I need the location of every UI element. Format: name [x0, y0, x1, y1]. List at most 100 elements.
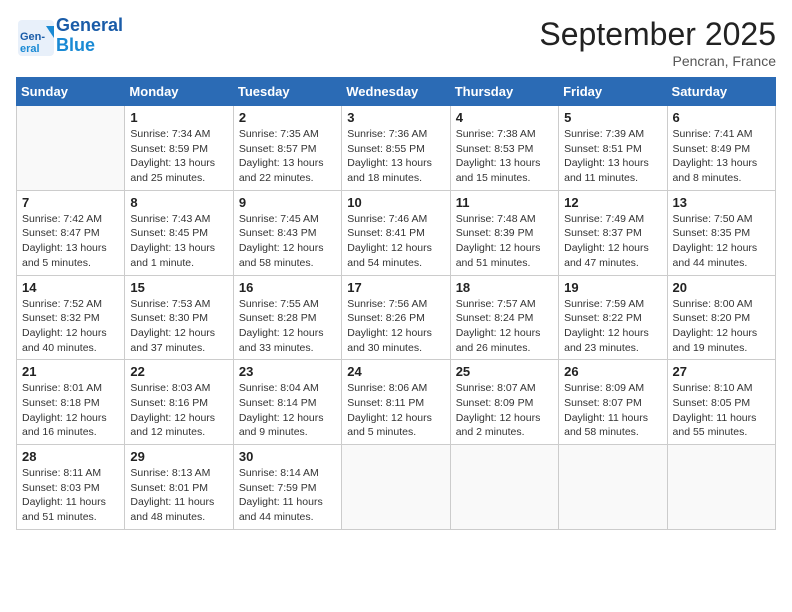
day-info: Sunrise: 7:42 AMSunset: 8:47 PMDaylight:… — [22, 212, 119, 271]
day-number: 12 — [564, 195, 661, 210]
day-info-line: Sunrise: 7:52 AM — [22, 298, 102, 310]
day-info-line: Sunrise: 8:04 AM — [239, 382, 319, 394]
day-info-line: Daylight: 13 hours and 22 minutes. — [239, 157, 324, 184]
logo-icon: Gen- eral — [16, 18, 52, 54]
day-info-line: Daylight: 13 hours and 11 minutes. — [564, 157, 649, 184]
logo: Gen- eral General Blue — [16, 16, 123, 56]
day-info-line: Sunrise: 7:42 AM — [22, 213, 102, 225]
day-info-line: Sunrise: 8:11 AM — [22, 467, 101, 479]
day-info-line: Sunset: 8:53 PM — [456, 143, 534, 155]
calendar-cell — [17, 106, 125, 191]
day-info: Sunrise: 7:36 AMSunset: 8:55 PMDaylight:… — [347, 127, 444, 186]
calendar-cell: 20Sunrise: 8:00 AMSunset: 8:20 PMDayligh… — [667, 275, 775, 360]
day-info-line: Sunset: 8:01 PM — [130, 482, 208, 494]
day-info-line: Daylight: 13 hours and 8 minutes. — [673, 157, 758, 184]
day-info-line: Sunset: 8:28 PM — [239, 312, 317, 324]
day-info-line: Sunset: 8:14 PM — [239, 397, 317, 409]
location: Pencran, France — [539, 53, 776, 69]
day-info-line: Sunrise: 7:59 AM — [564, 298, 644, 310]
day-info-line: Daylight: 11 hours and 51 minutes. — [22, 496, 106, 523]
day-info: Sunrise: 7:39 AMSunset: 8:51 PMDaylight:… — [564, 127, 661, 186]
calendar-table: SundayMondayTuesdayWednesdayThursdayFrid… — [16, 77, 776, 530]
calendar-cell: 18Sunrise: 7:57 AMSunset: 8:24 PMDayligh… — [450, 275, 558, 360]
logo-blue: Blue — [56, 35, 95, 55]
calendar-cell: 25Sunrise: 8:07 AMSunset: 8:09 PMDayligh… — [450, 360, 558, 445]
calendar-week-row: 14Sunrise: 7:52 AMSunset: 8:32 PMDayligh… — [17, 275, 776, 360]
day-number: 6 — [673, 110, 770, 125]
day-number: 29 — [130, 449, 227, 464]
day-info-line: Daylight: 11 hours and 48 minutes. — [130, 496, 214, 523]
calendar-cell: 15Sunrise: 7:53 AMSunset: 8:30 PMDayligh… — [125, 275, 233, 360]
day-info-line: Sunrise: 8:06 AM — [347, 382, 427, 394]
day-info-line: Sunset: 8:11 PM — [347, 397, 424, 409]
calendar-cell: 4Sunrise: 7:38 AMSunset: 8:53 PMDaylight… — [450, 106, 558, 191]
day-info-line: Sunset: 8:22 PM — [564, 312, 642, 324]
day-info-line: Sunrise: 7:39 AM — [564, 128, 644, 140]
calendar-cell: 2 Sunrise: 7:35 AMSunset: 8:57 PMDaylight… — [233, 106, 341, 191]
day-number: 14 — [22, 280, 119, 295]
day-info-line: Sunrise: 8:10 AM — [673, 382, 753, 394]
calendar-week-row: 21 Sunrise: 8:01 AMSunset: 8:18 PMDayligh… — [17, 360, 776, 445]
day-info: Sunrise: 7:59 AMSunset: 8:22 PMDaylight:… — [564, 297, 661, 356]
calendar-cell: 12Sunrise: 7:49 AMSunset: 8:37 PMDayligh… — [559, 190, 667, 275]
day-info-line: Sunrise: 7:57 AM — [456, 298, 536, 310]
calendar-cell: 22Sunrise: 8:03 AMSunset: 8:16 PMDayligh… — [125, 360, 233, 445]
day-info-line: Sunset: 8:07 PM — [564, 397, 642, 409]
calendar-day-header: Thursday — [450, 78, 558, 106]
day-info-line: Sunset: 8:35 PM — [673, 227, 751, 239]
day-number: 10 — [347, 195, 444, 210]
day-info: Sunrise: 8:09 AMSunset: 8:07 PMDaylight:… — [564, 381, 661, 440]
day-info-line: Sunset: 8:59 PM — [130, 143, 208, 155]
calendar-day-header: Sunday — [17, 78, 125, 106]
day-info: Sunrise: 8:13 AM Sunset: 8:01 PM Daylight:… — [130, 466, 227, 525]
svg-text:Gen-: Gen- — [20, 31, 45, 43]
calendar-week-row: 1Sunrise: 7:34 AMSunset: 8:59 PMDaylight… — [17, 106, 776, 191]
day-info-line: Sunrise: 8:14 AM — [239, 467, 319, 479]
calendar-cell — [450, 445, 558, 530]
calendar-cell: 7Sunrise: 7:42 AMSunset: 8:47 PMDaylight… — [17, 190, 125, 275]
calendar-header-row: SundayMondayTuesdayWednesdayThursdayFrid… — [17, 78, 776, 106]
day-number: 11 — [456, 195, 553, 210]
day-info-line: Sunrise: 8:00 AM — [673, 298, 753, 310]
day-info-line: Daylight: 11 hours and 44 minutes. — [239, 496, 323, 523]
day-number: 19 — [564, 280, 661, 295]
day-info: Sunrise: 8:01 AMSunset: 8:18 PMDaylight:… — [22, 381, 119, 440]
calendar-cell: 26Sunrise: 8:09 AMSunset: 8:07 PMDayligh… — [559, 360, 667, 445]
day-info: Sunrise: 7:50 AMSunset: 8:35 PMDaylight:… — [673, 212, 770, 271]
day-info-line: Sunrise: 8:09 AM — [564, 382, 644, 394]
day-info-line: Daylight: 12 hours and 2 minutes. — [456, 412, 541, 439]
day-info-line: Sunrise: 7:34 AM — [130, 128, 210, 140]
day-info-line: Sunrise: 7:55 AM — [239, 298, 319, 310]
calendar-cell: 17Sunrise: 7:56 AMSunset: 8:26 PMDayligh… — [342, 275, 450, 360]
calendar-cell: 6 Sunrise: 7:41 AMSunset: 8:49 PMDaylight… — [667, 106, 775, 191]
day-info-line: Sunrise: 7:38 AM — [456, 128, 536, 140]
day-info-line: Daylight: 12 hours and 5 minutes. — [347, 412, 432, 439]
day-info-line: Sunset: 7:59 PM — [239, 482, 317, 494]
day-number: 15 — [130, 280, 227, 295]
day-info-line: Sunrise: 7:56 AM — [347, 298, 427, 310]
day-number: 21 — [22, 364, 119, 379]
day-info: Sunrise: 8:14 AM Sunset: 7:59 PM Daylight:… — [239, 466, 336, 525]
day-info-line: Sunrise: 8:07 AM — [456, 382, 536, 394]
calendar-day-header: Tuesday — [233, 78, 341, 106]
day-info: Sunrise: 7:41 AMSunset: 8:49 PMDaylight:… — [673, 127, 770, 186]
day-number: 16 — [239, 280, 336, 295]
day-info-line: Sunset: 8:47 PM — [22, 227, 100, 239]
day-number: 2 — [239, 110, 336, 125]
day-info-line: Daylight: 12 hours and 9 minutes. — [239, 412, 324, 439]
calendar-cell: 29 Sunrise: 8:13 AM Sunset: 8:01 PM Dayligh… — [125, 445, 233, 530]
day-info: Sunrise: 7:35 AMSunset: 8:57 PMDaylight:… — [239, 127, 336, 186]
day-info-line: Sunset: 8:18 PM — [22, 397, 100, 409]
day-info-line: Daylight: 13 hours and 18 minutes. — [347, 157, 432, 184]
calendar-cell: 5Sunrise: 7:39 AMSunset: 8:51 PMDaylight… — [559, 106, 667, 191]
day-info-line: Sunset: 8:32 PM — [22, 312, 100, 324]
day-number: 3 — [347, 110, 444, 125]
day-info-line: Sunrise: 7:50 AM — [673, 213, 753, 225]
day-number: 4 — [456, 110, 553, 125]
calendar-cell — [667, 445, 775, 530]
calendar-cell: 28Sunrise: 8:11 AMSunset: 8:03 PMDayligh… — [17, 445, 125, 530]
calendar-cell: 21 Sunrise: 8:01 AMSunset: 8:18 PMDayligh… — [17, 360, 125, 445]
day-info-line: Sunrise: 8:13 AM — [130, 467, 210, 479]
day-info-line: Sunrise: 7:45 AM — [239, 213, 319, 225]
day-number: 18 — [456, 280, 553, 295]
